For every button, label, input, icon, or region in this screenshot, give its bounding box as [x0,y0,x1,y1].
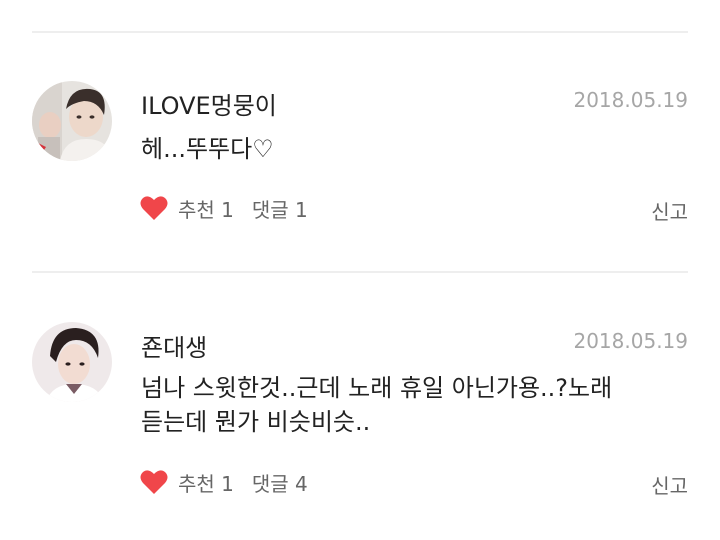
report-button[interactable]: 신고 [651,196,688,225]
comment-actions: 추천 1 댓글 1 [140,193,308,223]
comment-text-line: 헤...뚜뚜다♡ [141,135,274,163]
comment-text: 헤...뚜뚜다♡ [141,132,661,166]
username[interactable]: ILOVE멍뭉이 [141,86,277,121]
username[interactable]: 죤대생 [141,328,207,363]
avatar-image [32,322,112,402]
comment-date: 2018.05.19 [573,329,688,353]
reply-count[interactable]: 댓글 1 [252,194,308,223]
comment-text-line: 듣는데 뭔가 비슷비슷.. [141,408,371,436]
report-button[interactable]: 신고 [651,470,688,499]
divider [32,271,688,273]
like-count[interactable]: 추천 1 [178,194,234,223]
comment-actions: 추천 1 댓글 4 [140,467,308,497]
avatar-image [32,81,112,161]
divider [32,31,688,33]
comment-text-line: 넘나 스윗한것..근데 노래 휴일 아닌가용..?노래 [141,374,613,402]
avatar[interactable] [32,81,112,161]
heart-icon[interactable] [140,195,168,221]
comment-date: 2018.05.19 [573,88,688,112]
comment-list: ILOVE멍뭉이 2018.05.19 헤...뚜뚜다♡ 추천 1 댓글 1 신… [0,0,720,540]
comment-text: 넘나 스윗한것..근데 노래 휴일 아닌가용..?노래 듣는데 뭔가 비슷비슷.… [141,371,661,439]
avatar[interactable] [32,322,112,402]
like-count[interactable]: 추천 1 [178,468,234,497]
reply-count[interactable]: 댓글 4 [252,468,308,497]
heart-icon[interactable] [140,469,168,495]
